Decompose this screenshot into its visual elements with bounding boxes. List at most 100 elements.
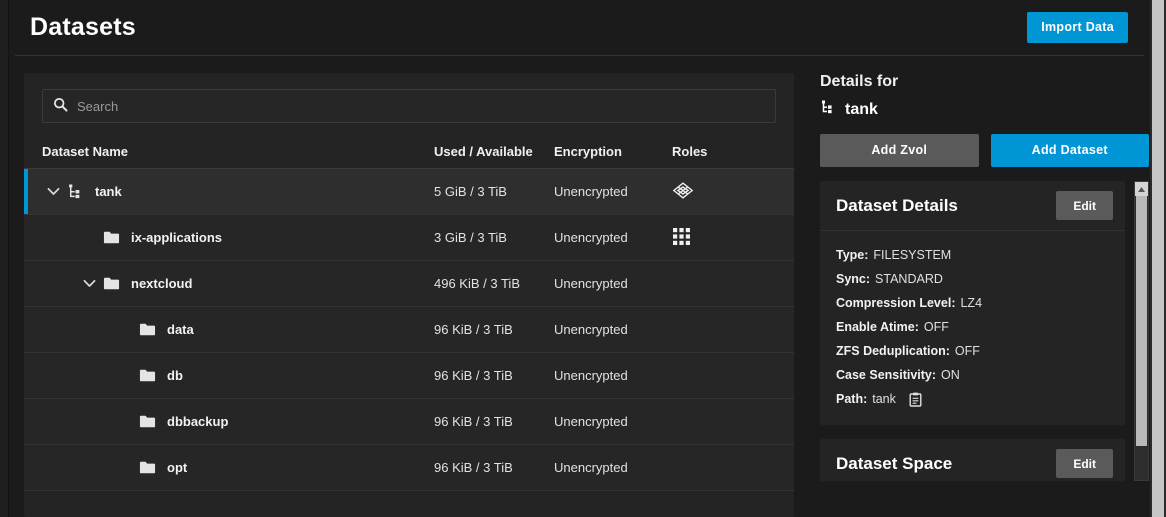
dataset-name-cell: data	[42, 322, 434, 337]
clipboard-copy-icon[interactable]	[909, 392, 922, 407]
encryption-cell: Unencrypted	[554, 460, 628, 475]
dataset-name-label: db	[167, 368, 183, 383]
details-for-label: Details for	[820, 73, 899, 90]
page-header: Datasets Import Data	[15, 0, 1144, 56]
page-title: Datasets	[30, 13, 136, 41]
folder-icon	[136, 368, 158, 383]
details-card-header: Dataset Details Edit	[820, 181, 1125, 231]
dataset-name-label: opt	[167, 460, 188, 475]
detail-field-key: Case Sensitivity:	[836, 368, 937, 382]
encryption-cell: Unencrypted	[554, 230, 628, 245]
detail-field: ZFS Deduplication: OFF	[836, 339, 1109, 363]
table-row[interactable]: tank 5 GiB / 3 TiB Unencrypted	[24, 169, 794, 215]
dataset-name-cell: dbbackup	[42, 414, 434, 429]
detail-field-key: ZFS Deduplication:	[836, 344, 950, 358]
dataset-tree-icon	[64, 183, 86, 200]
folder-icon	[100, 276, 122, 291]
detail-field: Compression Level: LZ4	[836, 291, 1109, 315]
dataset-name-cell: tank	[42, 183, 434, 200]
add-dataset-button[interactable]: Add Dataset	[990, 134, 1149, 167]
encryption-cell: Unencrypted	[554, 276, 628, 291]
used-available-cell: 96 KiB / 3 TiB	[434, 414, 513, 429]
add-zvol-button[interactable]: Add Zvol	[820, 134, 979, 167]
dataset-name-cell: db	[42, 368, 434, 383]
search-icon	[53, 97, 77, 115]
details-card: Dataset Space Edit	[820, 439, 1125, 481]
search-input[interactable]	[77, 98, 765, 114]
detail-field-value: ON	[941, 368, 960, 382]
dataset-tree-icon	[820, 99, 836, 120]
details-subject-label: tank	[845, 100, 878, 118]
details-action-buttons: Add Zvol Add Dataset	[812, 134, 1149, 167]
detail-field-value: STANDARD	[875, 272, 943, 286]
apps-grid-icon	[672, 227, 691, 249]
encryption-cell: Unencrypted	[554, 414, 628, 429]
page-scrollbar[interactable]	[1150, 0, 1166, 517]
page-left-gutter	[0, 0, 9, 517]
detail-field-value: FILESYSTEM	[873, 248, 952, 262]
search-container	[24, 73, 794, 135]
column-header-roles: Roles	[672, 144, 708, 159]
dataset-name-label: tank	[95, 184, 122, 199]
folder-icon	[136, 460, 158, 475]
details-pane: Details for tank Add Zvol Add Dataset Da…	[812, 73, 1149, 517]
edit-button[interactable]: Edit	[1056, 449, 1113, 478]
expand-chevron-down-icon[interactable]	[78, 279, 100, 288]
roles-cell	[672, 227, 772, 249]
details-header: Details for tank	[812, 73, 1149, 120]
column-header-encryption: Encryption	[554, 144, 622, 159]
scroll-up-arrow-icon[interactable]	[1135, 182, 1148, 196]
details-cards-scroll-area: Dataset Details Edit Type: FILESYSTEM Sync: S…	[812, 181, 1149, 481]
detail-field-key: Sync:	[836, 272, 871, 286]
table-row[interactable]: nextcloud 496 KiB / 3 TiB Unencrypted	[24, 261, 794, 307]
detail-field-key: Type:	[836, 248, 869, 262]
detail-field-value: OFF	[923, 320, 949, 334]
folder-icon	[136, 414, 158, 429]
details-scrollbar-thumb[interactable]	[1136, 196, 1147, 446]
used-available-cell: 3 GiB / 3 TiB	[434, 230, 507, 245]
detail-field: Case Sensitivity: ON	[836, 363, 1109, 387]
folder-icon	[136, 322, 158, 337]
detail-field-value: tank	[872, 392, 896, 406]
expand-chevron-down-icon[interactable]	[42, 187, 64, 196]
detail-field: Enable Atime: OFF	[836, 315, 1109, 339]
table-row[interactable]: data 96 KiB / 3 TiB Unencrypted	[24, 307, 794, 353]
details-card-title: Dataset Details	[836, 195, 958, 215]
edit-button[interactable]: Edit	[1056, 191, 1113, 220]
table-row[interactable]: ix-applications 3 GiB / 3 TiB Unencrypted	[24, 215, 794, 261]
dataset-name-cell: opt	[42, 460, 434, 475]
details-card-title: Dataset Space	[836, 453, 953, 473]
column-header-used-available: Used / Available	[434, 144, 533, 159]
dataset-rows: tank 5 GiB / 3 TiB Unencrypted ix-applicati…	[24, 169, 794, 491]
detail-field-key: Path:	[836, 392, 868, 406]
import-data-button[interactable]: Import Data	[1027, 12, 1128, 43]
dataset-name-cell: ix-applications	[42, 230, 434, 245]
page-content: Dataset Name Used / Available Encryption…	[9, 56, 1150, 517]
column-header-dataset-name: Dataset Name	[42, 144, 128, 159]
detail-field: Type: FILESYSTEM	[836, 243, 1109, 267]
table-row[interactable]: opt 96 KiB / 3 TiB Unencrypted	[24, 445, 794, 491]
dataset-name-label: data	[167, 322, 194, 337]
page-scrollbar-thumb[interactable]	[1152, 0, 1164, 517]
table-row[interactable]: db 96 KiB / 3 TiB Unencrypted	[24, 353, 794, 399]
datasets-page: Datasets Import Data Dataset Name	[9, 0, 1150, 517]
details-scrollbar[interactable]	[1134, 181, 1149, 481]
detail-field-value: OFF	[954, 344, 980, 358]
table-row[interactable]: dbbackup 96 KiB / 3 TiB Unencrypted	[24, 399, 794, 445]
folder-icon	[100, 230, 122, 245]
dataset-name-label: nextcloud	[131, 276, 193, 291]
search-box[interactable]	[42, 89, 776, 123]
dataset-name-label: ix-applications	[131, 230, 223, 245]
encryption-cell: Unencrypted	[554, 322, 628, 337]
roles-cell	[672, 181, 772, 203]
details-subject: tank	[820, 99, 1145, 120]
details-card: Dataset Details Edit Type: FILESYSTEM Sync: S…	[820, 181, 1125, 425]
detail-field: Sync: STANDARD	[836, 267, 1109, 291]
dataset-name-cell: nextcloud	[42, 276, 434, 291]
encryption-cell: Unencrypted	[554, 368, 628, 383]
detail-field-key: Compression Level:	[836, 296, 956, 310]
table-header-row: Dataset Name Used / Available Encryption…	[24, 135, 794, 169]
dataset-name-label: dbbackup	[167, 414, 229, 429]
detail-field-value: LZ4	[960, 296, 983, 310]
used-available-cell: 5 GiB / 3 TiB	[434, 184, 507, 199]
